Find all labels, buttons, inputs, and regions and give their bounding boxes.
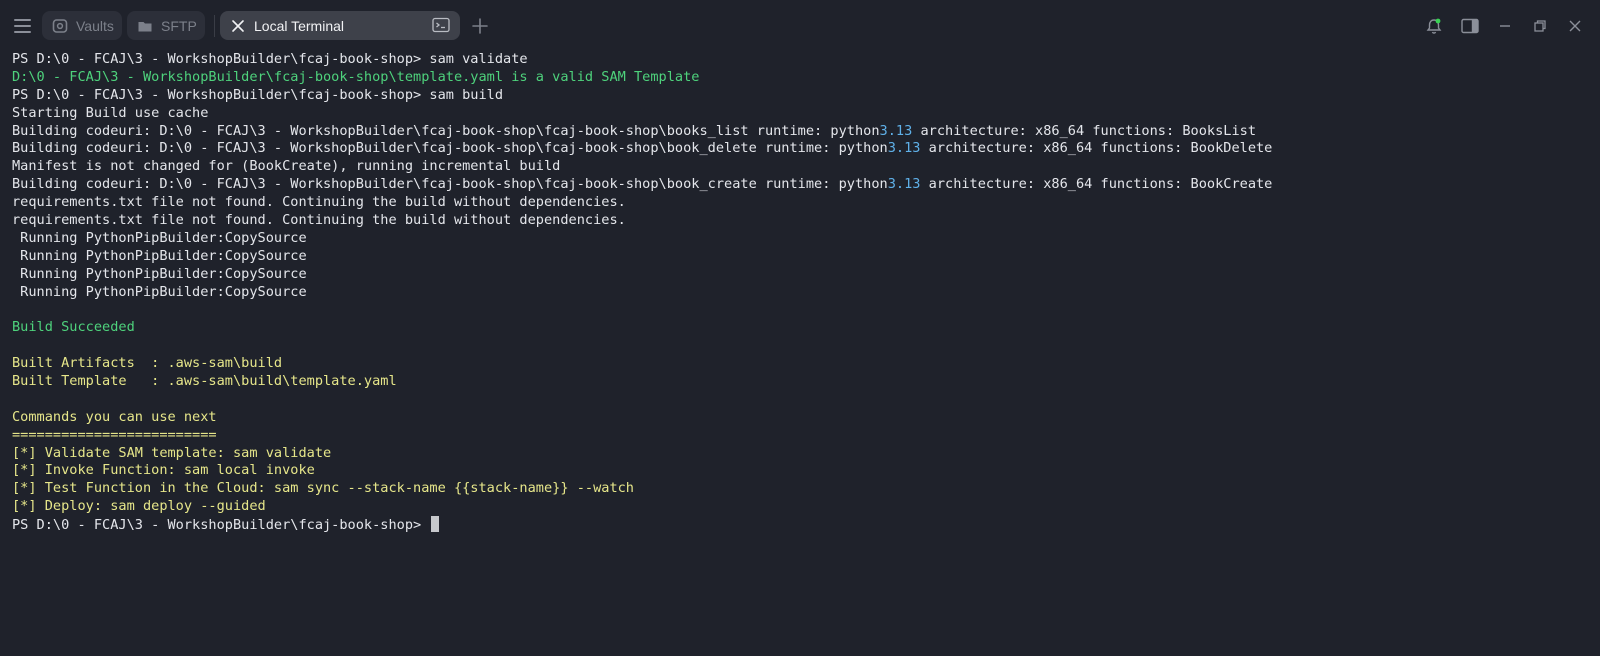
new-tab-plus-icon[interactable] xyxy=(470,16,490,36)
terminal-line: Running PythonPipBuilder:CopySource xyxy=(12,247,307,264)
minimize-icon[interactable] xyxy=(1495,16,1515,36)
terminal-line: Running PythonPipBuilder:CopySource xyxy=(12,229,307,246)
close-icon[interactable] xyxy=(230,18,246,34)
terminal-line: Building codeuri: D:\0 - FCAJ\3 - Worksh… xyxy=(12,122,1257,139)
sidebar-toggle-icon[interactable] xyxy=(1460,16,1480,36)
terminal-line: Building codeuri: D:\0 - FCAJ\3 - Worksh… xyxy=(12,140,1273,157)
restore-icon[interactable] xyxy=(1530,16,1550,36)
terminal-line: [*] Deploy: sam deploy --guided xyxy=(12,498,266,515)
vault-icon xyxy=(52,18,68,34)
terminal-line: Manifest is not changed for (BookCreate)… xyxy=(12,158,561,175)
tab-divider xyxy=(214,15,215,37)
tab-local-terminal[interactable]: Local Terminal xyxy=(220,11,460,40)
tab-label: Vaults xyxy=(76,17,114,34)
terminal-line: requirements.txt file not found. Continu… xyxy=(12,194,626,211)
terminal-line: Starting Build use cache xyxy=(12,104,209,121)
close-window-icon[interactable] xyxy=(1565,16,1585,36)
terminal-line: Build Succeeded xyxy=(12,319,135,336)
hamburger-menu-icon[interactable] xyxy=(14,16,32,34)
tab-label: SFTP xyxy=(161,17,197,34)
terminal-line: PS D:\0 - FCAJ\3 - WorkshopBuilder\fcaj-… xyxy=(12,86,504,103)
tab-sftp[interactable]: SFTP xyxy=(127,11,205,40)
terminal-line: Built Template : .aws-sam\build\template… xyxy=(12,373,397,390)
prompt-text: PS D:\0 - FCAJ\3 - WorkshopBuilder\fcaj-… xyxy=(12,517,430,534)
terminal-line: [*] Validate SAM template: sam validate xyxy=(12,444,332,461)
folder-icon xyxy=(137,18,153,34)
text-cursor xyxy=(431,516,440,533)
terminal-prompt[interactable]: PS D:\0 - FCAJ\3 - WorkshopBuilder\fcaj-… xyxy=(12,516,1592,534)
terminal-line: Built Artifacts : .aws-sam\build xyxy=(12,355,283,372)
tab-label: Local Terminal xyxy=(254,17,345,34)
terminal-icon xyxy=(432,17,450,33)
terminal-line: Running PythonPipBuilder:CopySource xyxy=(12,283,307,300)
notification-bell-icon[interactable] xyxy=(1424,16,1444,36)
terminal-line: Commands you can use next xyxy=(12,408,217,425)
terminal-line: Building codeuri: D:\0 - FCAJ\3 - Worksh… xyxy=(12,176,1273,193)
terminal-output[interactable]: PS D:\0 - FCAJ\3 - WorkshopBuilder\fcaj-… xyxy=(12,51,1592,534)
tab-vaults[interactable]: Vaults xyxy=(42,11,122,40)
terminal-line: [*] Test Function in the Cloud: sam sync… xyxy=(12,480,634,497)
terminal-line: Running PythonPipBuilder:CopySource xyxy=(12,265,307,282)
terminal-line: D:\0 - FCAJ\3 - WorkshopBuilder\fcaj-boo… xyxy=(12,68,700,85)
terminal-line: PS D:\0 - FCAJ\3 - WorkshopBuilder\fcaj-… xyxy=(12,51,528,67)
title-bar: Vaults SFTP Local Terminal xyxy=(0,0,1600,52)
terminal-line: [*] Invoke Function: sam local invoke xyxy=(12,462,315,479)
terminal-line: ========================= xyxy=(12,426,217,443)
terminal-line: requirements.txt file not found. Continu… xyxy=(12,212,626,229)
